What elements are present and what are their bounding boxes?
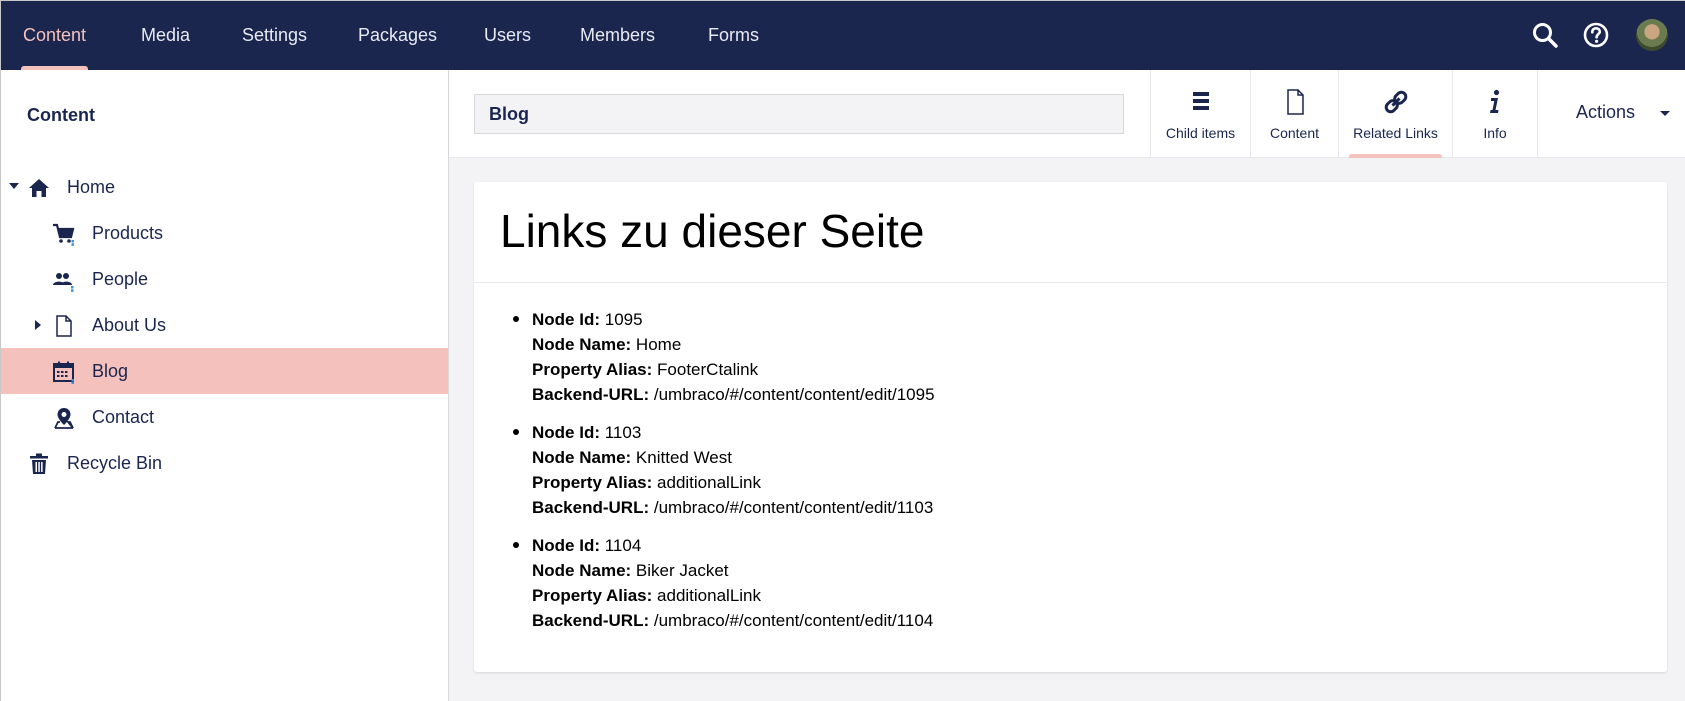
tree-item-label: Home (67, 177, 116, 197)
property-alias-label: Property Alias: (532, 473, 653, 492)
property-alias-label: Property Alias: (532, 360, 653, 379)
list-item: Node Id: 1103 Node Name: Knitted West Pr… (513, 420, 935, 520)
nav-media[interactable]: Media (141, 1, 190, 70)
list-item: Node Id: 1095 Node Name: Home Property A… (513, 307, 935, 407)
property-alias-value: additionalLink (657, 473, 761, 492)
page-title: Links zu dieser Seite (500, 205, 925, 257)
tree-item-recycle-bin[interactable]: Recycle Bin (1, 440, 448, 486)
node-name-value: Knitted West (635, 448, 732, 467)
tree-item-label: Recycle Bin (67, 453, 163, 473)
node-id-label: Node Id: (532, 423, 600, 442)
node-name-label: Node Name: (532, 561, 632, 580)
node-name-label: Node Name: (532, 335, 632, 354)
backend-url-label: Backend-URL: (532, 611, 650, 630)
document-icon (1286, 89, 1304, 115)
property-alias-label: Property Alias: (532, 586, 653, 605)
app-related-links[interactable]: Related Links (1338, 70, 1452, 158)
app-label: Related Links (1353, 125, 1438, 141)
search-icon[interactable] (1530, 20, 1560, 50)
property-alias-value: additionalLink (657, 586, 761, 605)
node-id-value: 1103 (604, 423, 642, 442)
node-id-label: Node Id: (532, 536, 600, 555)
link-icon (1384, 90, 1407, 114)
expand-caret-icon[interactable] (35, 320, 41, 330)
top-navigation: Content Media Settings Packages Users Me… (1, 1, 1685, 70)
tree-item-label: Contact (92, 407, 155, 427)
related-links-panel: Links zu dieser Seite Node Id: 1095 Node… (474, 182, 1667, 672)
node-name-value: Home (635, 335, 682, 354)
related-links-list: Node Id: 1095 Node Name: Home Property A… (513, 307, 935, 646)
people-icon (53, 273, 74, 292)
backend-url-value: /umbraco/#/content/content/edit/1103 (653, 498, 934, 517)
tree-item-home[interactable]: Home (1, 164, 448, 210)
app-label: Content (1269, 125, 1320, 141)
backend-url-value: /umbraco/#/content/content/edit/1095 (653, 385, 935, 404)
list-icon (1192, 92, 1209, 110)
app-label: Child items (1165, 125, 1236, 141)
panel-header: Links zu dieser Seite (474, 182, 1667, 283)
document-icon (56, 315, 72, 337)
app-label: Info (1483, 125, 1507, 141)
tree-item-label: About Us (92, 315, 167, 335)
cart-icon (53, 223, 75, 246)
nav-settings[interactable]: Settings (242, 1, 307, 70)
app-info[interactable]: Info (1452, 70, 1537, 158)
app-child-items[interactable]: Child items (1150, 70, 1250, 158)
expand-caret-icon[interactable] (9, 183, 19, 189)
node-id-label: Node Id: (532, 310, 600, 329)
help-icon[interactable] (1581, 20, 1611, 50)
property-alias-value: FooterCtalink (657, 360, 759, 379)
nav-content[interactable]: Content (20, 1, 89, 70)
tree-item-label: Products (92, 223, 164, 243)
actions-label: Actions (1576, 102, 1636, 122)
info-icon (1490, 89, 1500, 113)
actions-dropdown-button[interactable]: Actions (1537, 70, 1685, 158)
backend-url-value: /umbraco/#/content/content/edit/1104 (653, 611, 934, 630)
node-id-value: 1104 (604, 536, 642, 555)
backend-url-label: Backend-URL: (532, 498, 650, 517)
tree-item-label: Blog (92, 361, 129, 381)
node-name-value: Biker Jacket (635, 561, 729, 580)
nav-members[interactable]: Members (580, 1, 655, 70)
avatar[interactable] (1636, 19, 1668, 51)
content-tree-sidebar: Content Home Products People About Us Bl… (1, 70, 449, 701)
home-icon (29, 179, 49, 197)
nav-users[interactable]: Users (484, 1, 531, 70)
editor-header: Child items Content Related Links Info A… (449, 70, 1685, 158)
tree-item-people[interactable]: People (1, 256, 448, 302)
chevron-down-icon (1660, 111, 1670, 116)
map-pin-icon (54, 408, 74, 429)
tree-item-blog[interactable]: Blog (1, 348, 448, 394)
calendar-icon (53, 361, 74, 384)
list-item: Node Id: 1104 Node Name: Biker Jacket Pr… (513, 533, 935, 633)
trash-icon (30, 453, 48, 474)
main-content-area: Links zu dieser Seite Node Id: 1095 Node… (449, 158, 1685, 701)
node-name-label: Node Name: (532, 448, 632, 467)
node-id-value: 1095 (604, 310, 643, 329)
sidebar-title: Content (27, 105, 95, 125)
nav-packages[interactable]: Packages (358, 1, 437, 70)
backend-url-label: Backend-URL: (532, 385, 650, 404)
tree-item-label: People (92, 269, 149, 289)
tree-item-contact[interactable]: Contact (1, 394, 448, 440)
node-name-input[interactable] (474, 94, 1124, 134)
tree-item-products[interactable]: Products (1, 210, 448, 256)
tree-item-about-us[interactable]: About Us (1, 302, 448, 348)
app-content[interactable]: Content (1250, 70, 1338, 158)
nav-forms[interactable]: Forms (708, 1, 759, 70)
